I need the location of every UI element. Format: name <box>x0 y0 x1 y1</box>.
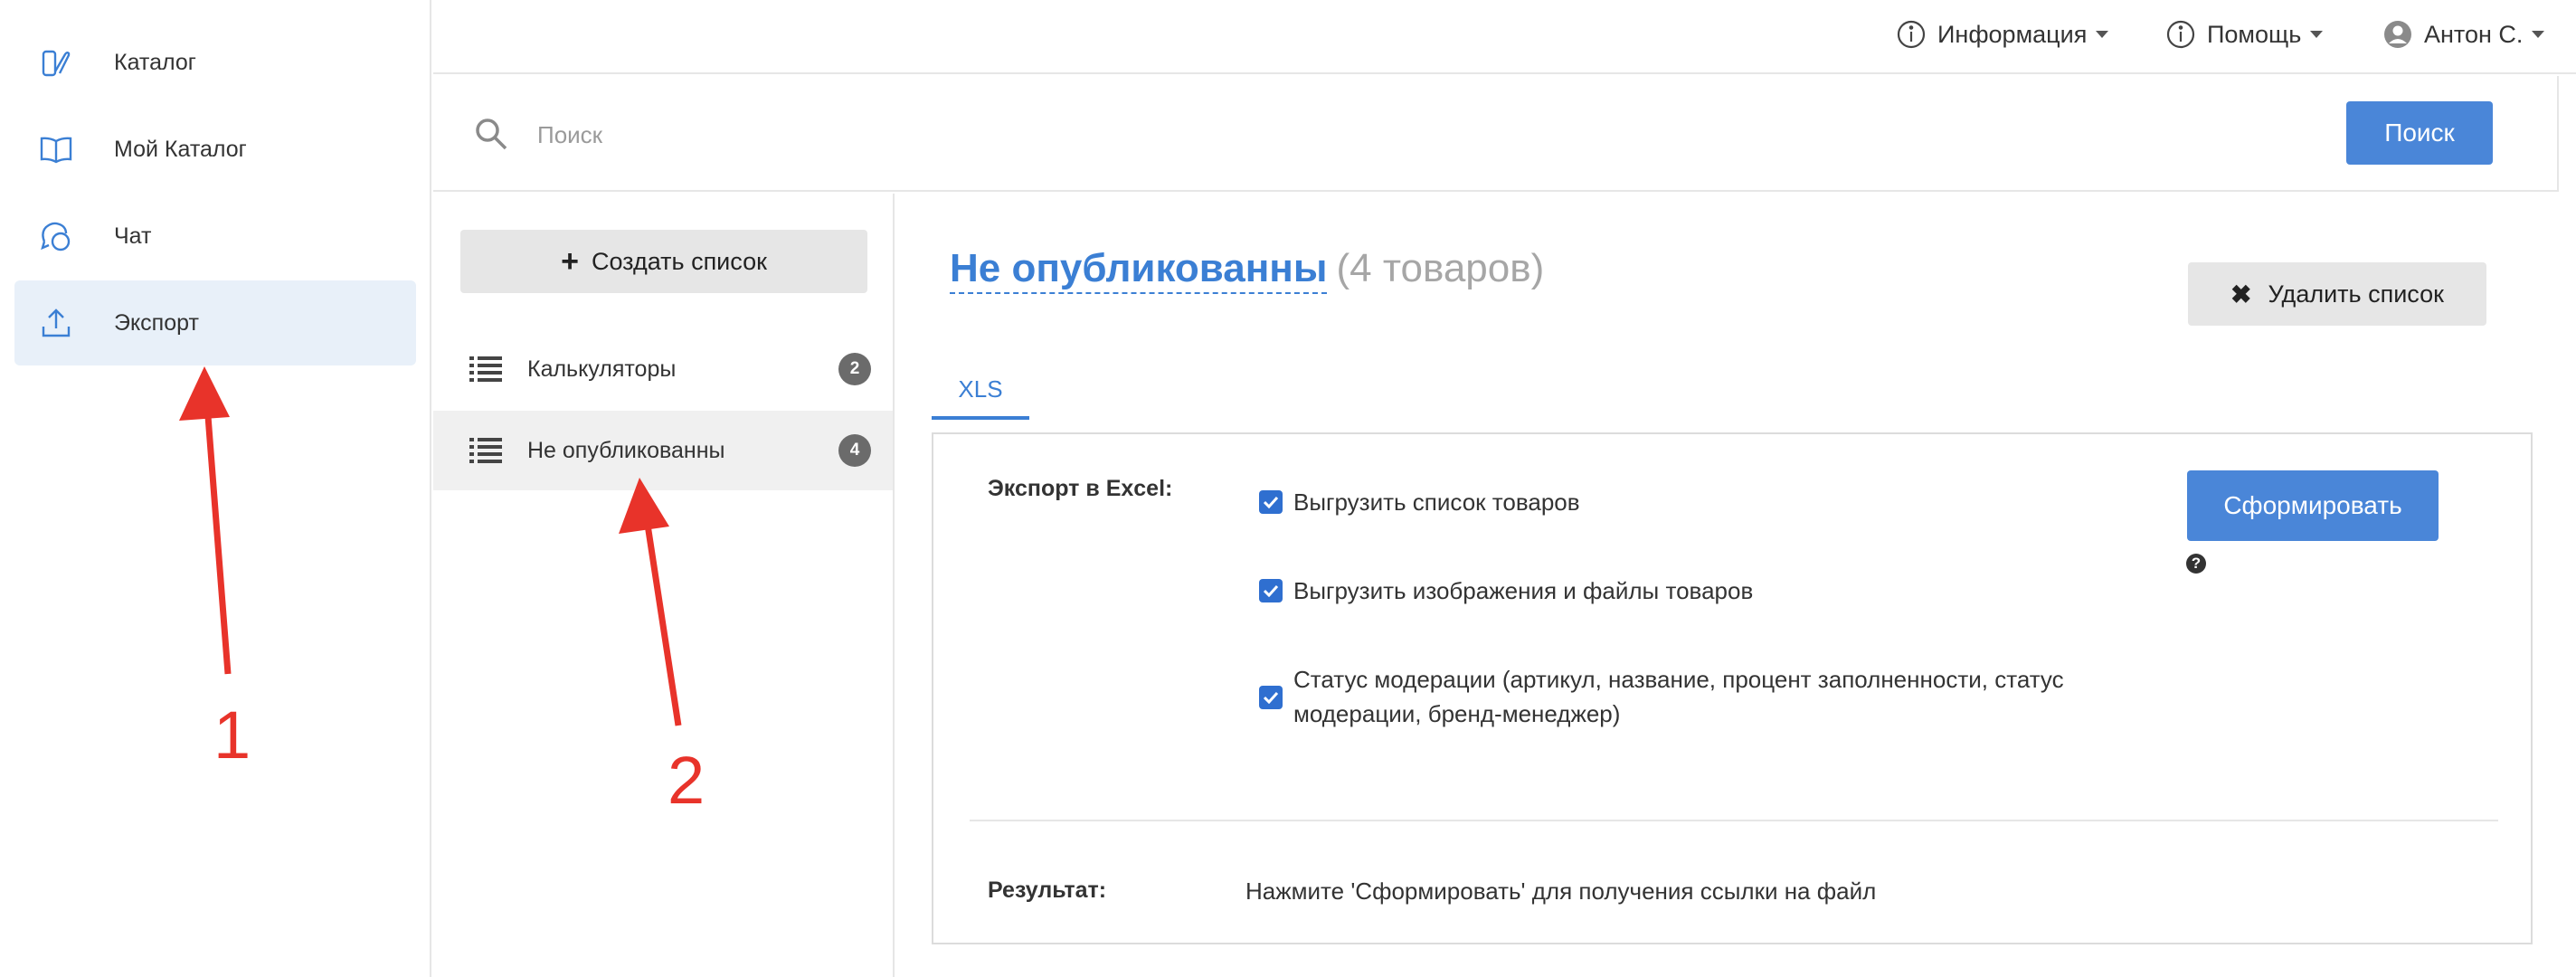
annotation-number-1: 1 <box>213 697 251 773</box>
annotation-arrow-1 <box>179 366 232 675</box>
annotation-number-2: 2 <box>668 743 706 818</box>
annotation-arrow-2 <box>619 478 682 726</box>
annotation-overlay <box>179 366 682 726</box>
